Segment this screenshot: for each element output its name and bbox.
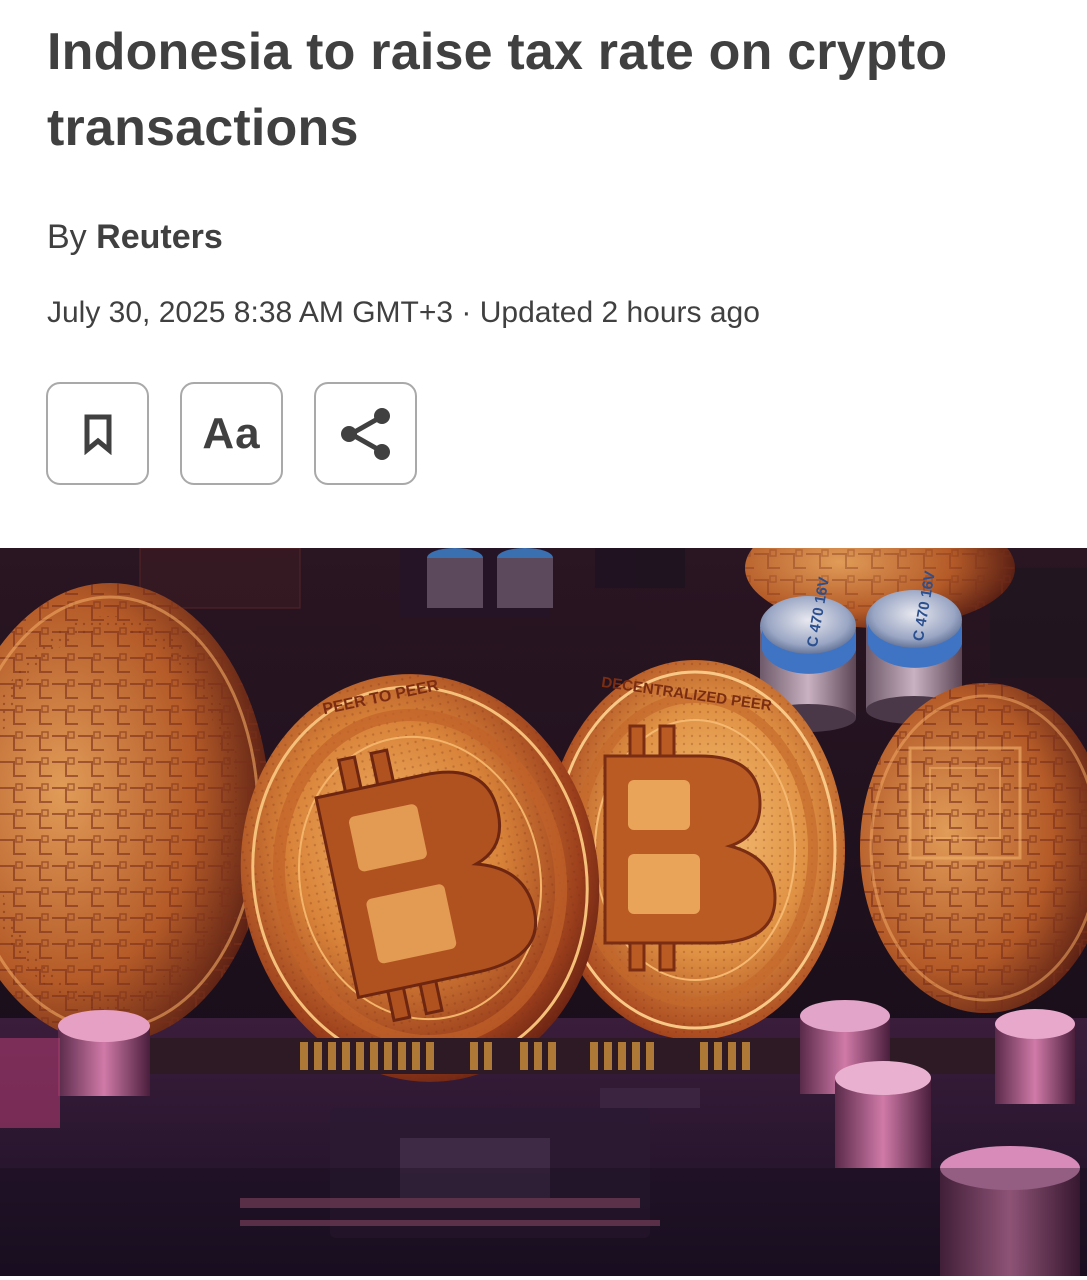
hero-image: C 470 16V C 470 16V DECENTRALIZED PEER P…: [0, 548, 1087, 1276]
article-dateline: July 30, 2025 8:38 AM GMT+3 · Updated 2 …: [47, 296, 760, 329]
share-icon: [340, 407, 390, 460]
byline-prefix: By: [47, 218, 87, 256]
byline: By Reuters: [47, 218, 223, 257]
article-toolbar: Aa: [46, 382, 417, 485]
share-button[interactable]: [314, 382, 417, 485]
font-size-button[interactable]: Aa: [180, 382, 283, 485]
bookmark-button[interactable]: [46, 382, 149, 485]
bookmark-icon: [84, 414, 111, 455]
author-link[interactable]: Reuters: [96, 218, 223, 256]
article-headline: Indonesia to raise tax rate on crypto tr…: [47, 23, 948, 157]
font-size-label: Aa: [202, 408, 261, 458]
bitcoin-photo: C 470 16V C 470 16V DECENTRALIZED PEER P…: [0, 548, 1087, 1276]
